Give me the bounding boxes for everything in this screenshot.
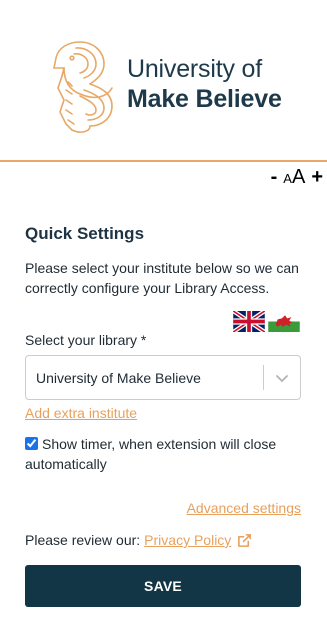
font-large-a: A	[291, 166, 306, 188]
seahorse-logo-icon	[53, 41, 113, 133]
wales-flag-icon[interactable]	[268, 311, 300, 332]
uk-flag-icon[interactable]	[233, 311, 265, 332]
increase-font-button[interactable]: +	[311, 166, 323, 189]
decrease-font-button[interactable]: -	[271, 166, 278, 189]
language-selector	[233, 311, 300, 332]
font-size-icon[interactable]: AA	[283, 166, 305, 189]
university-logo-text: University of Make Believe	[127, 54, 282, 114]
library-select-value: University of Make Believe	[36, 369, 201, 386]
library-label: Select your library *	[25, 332, 147, 348]
external-link-icon[interactable]	[237, 533, 252, 548]
save-button[interactable]: SAVE	[25, 565, 301, 607]
library-select[interactable]: University of Make Believe	[25, 355, 301, 400]
add-institute-link[interactable]: Add extra institute	[25, 405, 137, 421]
timer-checkbox[interactable]	[25, 437, 38, 450]
header: University of Make Believe	[0, 0, 327, 162]
logo-line-1: University of	[127, 55, 262, 83]
review-text: Please review our:	[25, 532, 141, 548]
chevron-down-icon[interactable]	[264, 373, 300, 383]
privacy-review: Please review our: Privacy Policy	[25, 532, 252, 548]
timer-option: Show timer, when extension will close au…	[25, 434, 310, 474]
page-title: Quick Settings	[25, 224, 145, 243]
advanced-settings-link[interactable]: Advanced settings	[187, 500, 301, 516]
font-size-controls: - AA +	[271, 166, 323, 190]
logo-line-2: Make Believe	[127, 85, 282, 113]
settings-description: Please select your institute below so we…	[25, 260, 299, 296]
timer-label: Show timer, when extension will close au…	[25, 436, 277, 472]
privacy-policy-link[interactable]: Privacy Policy	[144, 532, 231, 548]
font-small-a: A	[283, 171, 292, 186]
